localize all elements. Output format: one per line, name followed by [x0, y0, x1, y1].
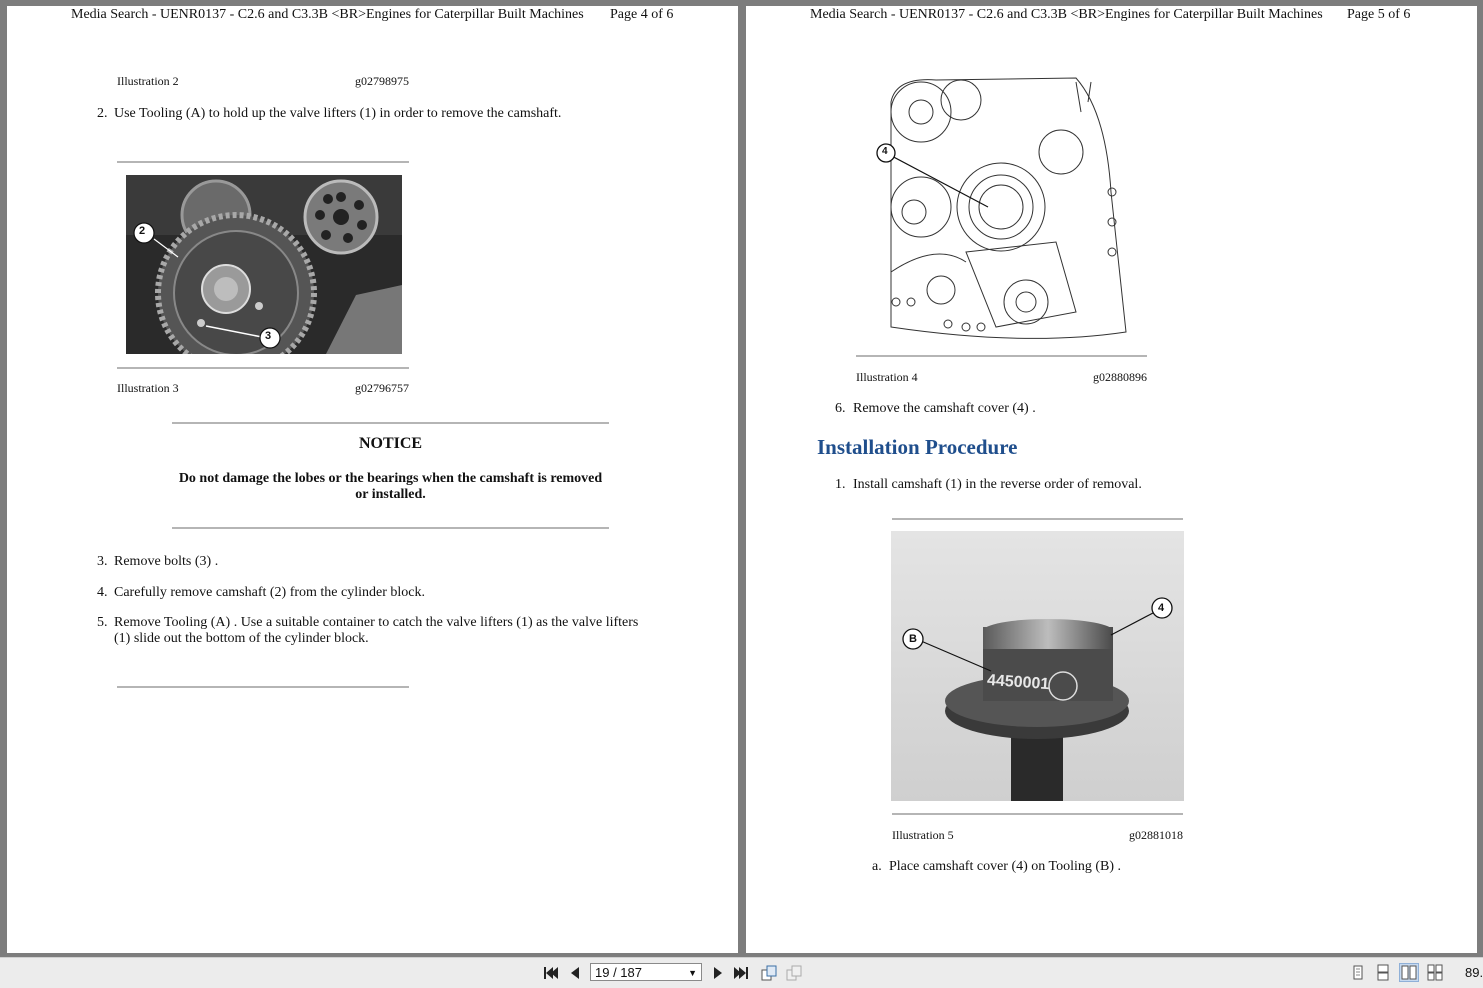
illustration-code: g02796757 — [355, 381, 409, 395]
chevron-down-icon: ▼ — [688, 968, 697, 978]
continuous-view-icon[interactable] — [1373, 963, 1393, 982]
step-number: 4. — [97, 585, 108, 600]
substep-text: Place camshaft cover (4) on Tooling (B) … — [889, 859, 1122, 874]
page-header-number: Page 4 of 6 — [610, 7, 674, 22]
step-number: 2. — [97, 106, 108, 121]
step-text: Install camshaft (1) in the reverse orde… — [853, 477, 1142, 492]
first-page-icon[interactable] — [541, 964, 559, 982]
step-number: 6. — [835, 401, 846, 416]
substep-letter: a. — [872, 859, 882, 874]
notice-title: NOTICE — [358, 435, 423, 452]
single-page-view-icon[interactable] — [1348, 963, 1368, 982]
zoom-level[interactable]: 89. — [1465, 965, 1483, 980]
illustration-label: Illustration 4 — [856, 370, 918, 384]
notice-text: Do not damage the lobes or the bearings … — [178, 471, 603, 502]
right-document-page: Media Search - UENR0137 - C2.6 and C3.3B… — [746, 6, 1477, 953]
notice-top-rule — [172, 422, 609, 424]
step-text-line-1: Remove Tooling (A) . Use a suitable cont… — [114, 615, 639, 630]
copy-page-icon[interactable] — [760, 964, 778, 982]
page-header-title: Media Search - UENR0137 - C2.6 and C3.3B… — [71, 7, 584, 22]
illustration-label: Illustration 2 — [117, 74, 179, 88]
page-header-title: Media Search - UENR0137 - C2.6 and C3.3B… — [810, 7, 1323, 22]
notice-bottom-rule — [172, 527, 609, 529]
page-number-selector[interactable]: 19 / 187 ▼ — [590, 963, 702, 981]
step-text: Remove the camshaft cover (4) . — [853, 401, 1036, 416]
callout-4: 4 — [1158, 602, 1165, 614]
next-page-icon[interactable] — [709, 964, 727, 982]
illustration-code: g02798975 — [355, 74, 409, 88]
navigation-toolbar: 19 / 187 ▼ 89. — [0, 957, 1483, 988]
illustration-bottom-rule — [856, 355, 1147, 357]
step-text: Use Tooling (A) to hold up the valve lif… — [114, 106, 562, 121]
previous-page-icon[interactable] — [566, 964, 584, 982]
step-text: Remove bolts (3) . — [114, 554, 219, 569]
step-text: Carefully remove camshaft (2) from the c… — [114, 585, 425, 600]
step-number: 1. — [835, 477, 846, 492]
callout-3: 3 — [265, 330, 272, 342]
step-text-line-2: (1) slide out the bottom of the cylinder… — [114, 631, 369, 646]
illustration-top-rule — [892, 518, 1183, 520]
continuous-facing-view-icon[interactable] — [1425, 963, 1445, 982]
paste-page-icon[interactable] — [785, 964, 803, 982]
facing-pages-view-icon[interactable] — [1399, 963, 1419, 982]
illustration-code: g02880896 — [1093, 370, 1147, 384]
section-end-rule — [117, 686, 409, 688]
section-heading: Installation Procedure — [817, 435, 1018, 459]
last-page-icon[interactable] — [733, 964, 751, 982]
page-indicator: 19 / 187 — [595, 965, 642, 980]
illustration-label: Illustration 5 — [892, 828, 954, 842]
illustration-code: g02881018 — [1129, 828, 1183, 842]
illustration-top-rule — [117, 161, 409, 163]
page-header-number: Page 5 of 6 — [1347, 7, 1411, 22]
illustration-label: Illustration 3 — [117, 381, 179, 395]
step-number: 3. — [97, 554, 108, 569]
callout-b: B — [909, 633, 917, 645]
left-document-page: Media Search - UENR0137 - C2.6 and C3.3B… — [7, 6, 738, 953]
engine-front-line-drawing: 4 — [876, 72, 1146, 348]
callout-2: 2 — [139, 225, 146, 237]
step-number: 5. — [97, 615, 108, 630]
camshaft-gear-photo: 2 3 — [126, 175, 402, 354]
illustration-bottom-rule — [117, 367, 409, 369]
camshaft-cover-on-tool-photo: 4450001 4 B — [891, 531, 1184, 801]
callout-4: 4 — [882, 146, 888, 157]
illustration-bottom-rule — [892, 813, 1183, 815]
